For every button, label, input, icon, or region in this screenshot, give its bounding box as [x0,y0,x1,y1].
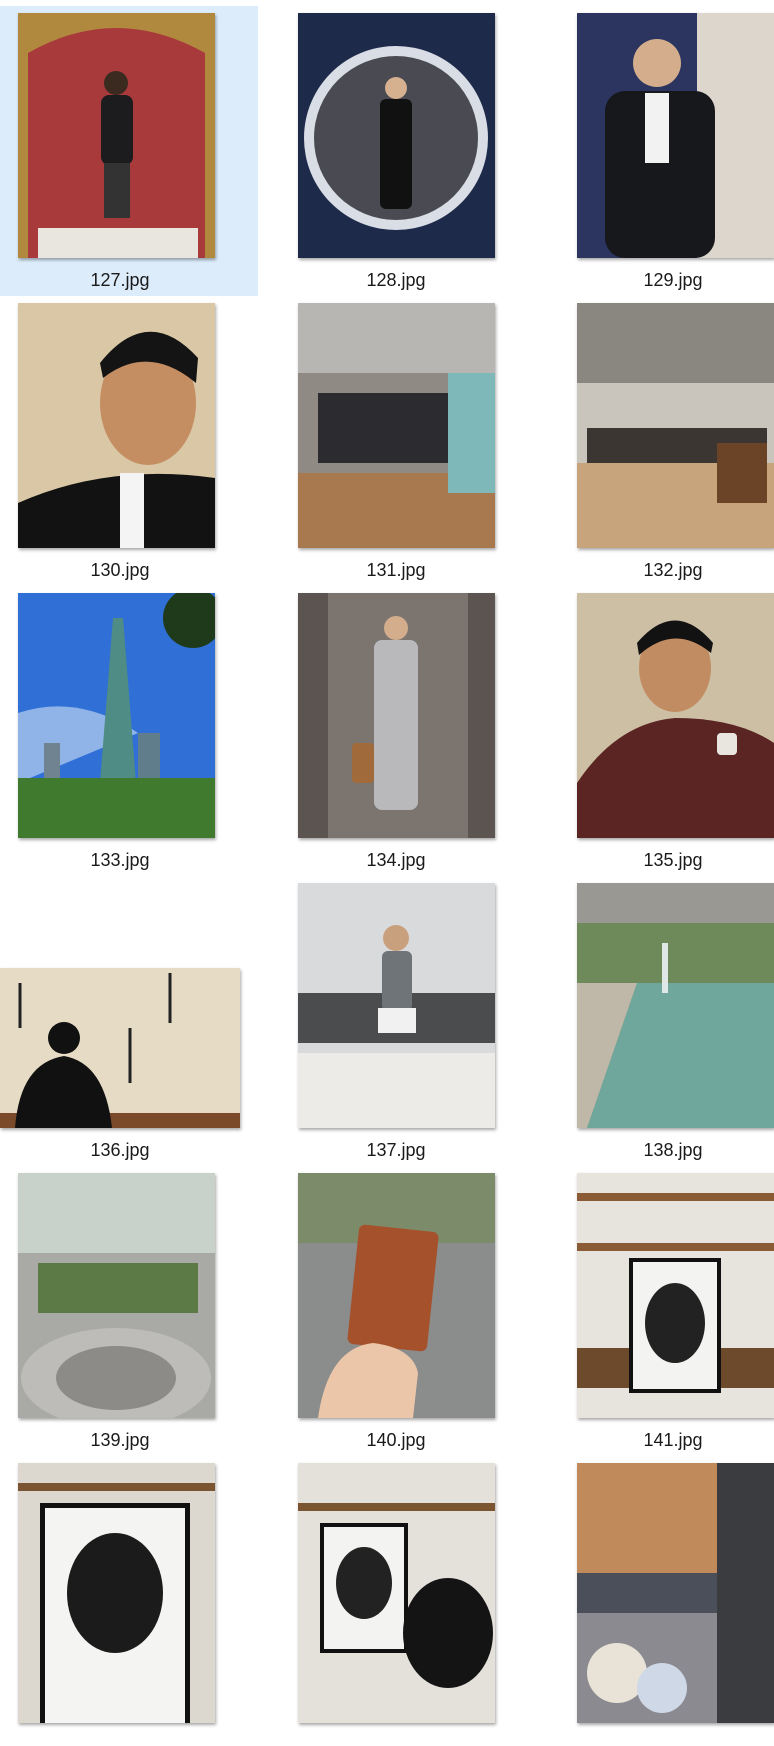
file-tile-132[interactable]: 132.jpg [553,296,774,586]
file-name: 128.jpg [366,270,426,290]
file-name: 132.jpg [643,560,703,580]
file-name: 127.jpg [90,270,150,290]
thumbnail-image [298,883,495,1128]
thumbnail-image [298,593,495,838]
thumbnail-image [0,968,240,1128]
file-tile-135[interactable]: 135.jpg [553,586,774,876]
thumbnail-image [18,1463,215,1723]
file-tile-137[interactable]: 137.jpg [276,876,531,1166]
file-tile-144[interactable] [553,1456,774,1746]
file-tile-129[interactable]: 129.jpg [553,6,774,296]
file-tile-142[interactable] [0,1456,255,1746]
file-tile-136[interactable]: 136.jpg [0,876,255,1166]
file-name: 141.jpg [643,1430,703,1450]
file-name: 139.jpg [90,1430,150,1450]
file-tile-140[interactable]: 140.jpg [276,1166,531,1456]
file-name: 134.jpg [366,850,426,870]
file-name: 129.jpg [643,270,703,290]
thumbnail-image [298,303,495,548]
file-name: 135.jpg [643,850,703,870]
thumbnail-image [577,1463,774,1723]
file-name: 130.jpg [90,560,150,580]
thumbnail-image [298,13,495,258]
file-tile-127[interactable]: 127.jpg [0,6,258,296]
file-tile-134[interactable]: 134.jpg [276,586,531,876]
file-name: 138.jpg [643,1140,703,1160]
file-tile-131[interactable]: 131.jpg [276,296,531,586]
file-name: 137.jpg [366,1140,426,1160]
thumbnail-image [577,303,774,548]
file-tile-133[interactable]: 133.jpg [0,586,255,876]
file-tile-143[interactable] [276,1456,531,1746]
thumbnail-image [18,593,215,838]
thumbnail-image [577,13,774,258]
file-tile-128[interactable]: 128.jpg [276,6,531,296]
thumbnail-image [298,1173,495,1418]
file-name: 140.jpg [366,1430,426,1450]
file-name: 131.jpg [366,560,426,580]
file-name: 133.jpg [90,850,150,870]
file-name: 136.jpg [90,1140,150,1160]
file-thumbnail-grid: 127.jpg 128.jpg 129.jpg 130.jpg 131.jpg … [0,0,774,1723]
thumbnail-image [18,303,215,548]
thumbnail-image [577,1173,774,1418]
file-tile-141[interactable]: 141.jpg [553,1166,774,1456]
thumbnail-image [18,13,215,258]
thumbnail-image [577,883,774,1128]
thumbnail-image [577,593,774,838]
file-tile-138[interactable]: 138.jpg [553,876,774,1166]
file-tile-139[interactable]: 139.jpg [0,1166,255,1456]
thumbnail-image [298,1463,495,1723]
thumbnail-image [18,1173,215,1418]
file-tile-130[interactable]: 130.jpg [0,296,255,586]
